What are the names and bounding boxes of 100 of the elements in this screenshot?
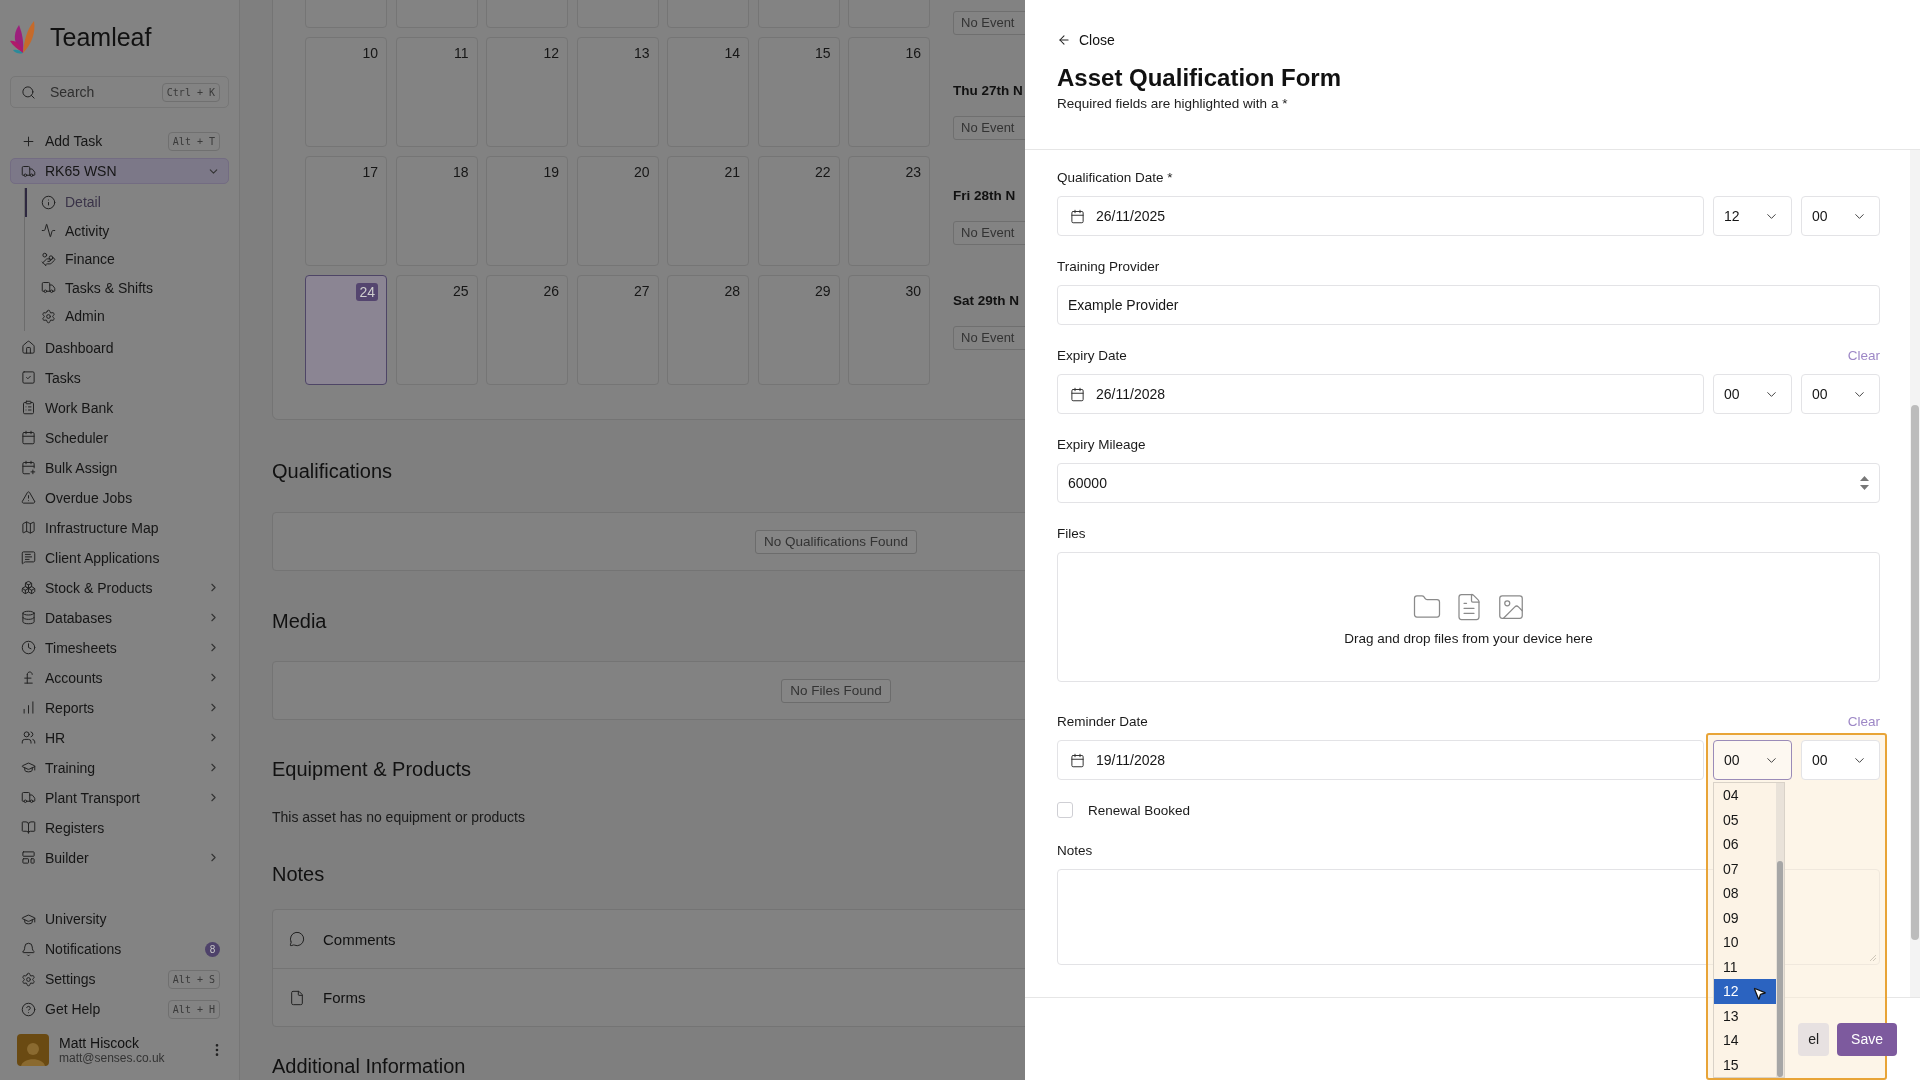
sidebar-item[interactable]: Plant Transport bbox=[10, 782, 229, 813]
sidebar-item[interactable]: Scheduler bbox=[10, 422, 229, 453]
sidebar-item[interactable]: Client Applications bbox=[10, 542, 229, 573]
calendar-cell[interactable]: 28 bbox=[667, 275, 749, 385]
calendar-cell[interactable]: 15 bbox=[757, 37, 840, 147]
sidebar-item[interactable]: Get Help Alt + H bbox=[10, 994, 229, 1024]
calendar-cell[interactable]: 29 bbox=[757, 275, 840, 385]
date-field[interactable]: 26/11/2028 bbox=[1057, 374, 1704, 414]
clear-link[interactable]: Clear bbox=[1847, 347, 1880, 363]
sidebar-item[interactable]: Settings Alt + S bbox=[10, 964, 229, 994]
dropdown-option[interactable]: 06 bbox=[1714, 832, 1776, 857]
section-title: Media bbox=[272, 610, 328, 632]
sidebar-item[interactable]: Training bbox=[10, 752, 229, 783]
sidebar-item[interactable]: Tasks bbox=[10, 362, 229, 393]
sidebar-item[interactable]: Builder bbox=[10, 842, 229, 873]
calendar-cell[interactable]: 10 bbox=[305, 37, 387, 147]
file-drop-zone[interactable]: Drag and drop files from your device here bbox=[1057, 552, 1880, 682]
calendar-cell[interactable]: 14 bbox=[667, 37, 749, 147]
number-field[interactable]: 60000 bbox=[1057, 463, 1880, 503]
clear-link[interactable]: Clear bbox=[1847, 713, 1880, 729]
hour-select[interactable]: 12 bbox=[1713, 196, 1792, 236]
stepper-icon[interactable] bbox=[1860, 476, 1869, 490]
cancel-button[interactable]: el bbox=[1798, 1022, 1830, 1056]
scrollbar[interactable] bbox=[1910, 150, 1920, 997]
sidebar-subitem[interactable]: Admin bbox=[25, 302, 229, 331]
sidebar-item[interactable]: Reports bbox=[10, 692, 229, 723]
search-field[interactable]: Search Ctrl + K bbox=[10, 76, 229, 108]
search-input[interactable]: Search bbox=[48, 83, 150, 101]
notes-row[interactable]: Comments bbox=[273, 910, 1025, 968]
resize-handle-icon[interactable] bbox=[1869, 954, 1877, 962]
day-number: 14 bbox=[724, 45, 740, 61]
dropdown-option[interactable]: 14 bbox=[1714, 1028, 1776, 1053]
dropdown-option[interactable]: 11 bbox=[1714, 954, 1776, 979]
calendar-cell[interactable]: 22 bbox=[757, 156, 840, 266]
dropdown-option[interactable]: 07 bbox=[1714, 856, 1776, 881]
text-field[interactable]: Example Provider bbox=[1057, 285, 1880, 325]
hour-select[interactable]: 00 bbox=[1713, 740, 1792, 780]
sidebar-item[interactable]: Overdue Jobs bbox=[10, 482, 229, 513]
warning-icon bbox=[21, 490, 36, 505]
dropdown-option[interactable]: 09 bbox=[1714, 905, 1776, 930]
checkbox-label: Renewal Booked bbox=[1088, 802, 1191, 818]
settings-icon bbox=[41, 308, 56, 324]
sidebar-subitem[interactable]: Tasks & Shifts bbox=[25, 273, 229, 302]
calendar-cell[interactable]: 12 bbox=[486, 37, 568, 147]
minute-select[interactable]: 00 bbox=[1801, 740, 1880, 780]
calendar-cell[interactable]: 30 bbox=[848, 275, 930, 385]
day-number: 26 bbox=[543, 283, 559, 299]
minute-select[interactable]: 00 bbox=[1801, 374, 1880, 414]
dropdown-option[interactable]: 12 bbox=[1714, 979, 1776, 1004]
hour-select[interactable]: 00 bbox=[1713, 374, 1792, 414]
day-number: 10 bbox=[362, 45, 378, 61]
sidebar-item[interactable]: Registers bbox=[10, 812, 229, 843]
sidebar-item[interactable]: RK65 WSN bbox=[10, 158, 229, 184]
users-icon bbox=[21, 730, 36, 745]
hand-coins-icon bbox=[41, 251, 56, 267]
close-button[interactable]: Close bbox=[1057, 29, 1115, 51]
dropdown-option[interactable]: 15 bbox=[1714, 1052, 1776, 1077]
sidebar-item[interactable]: Stock & Products bbox=[10, 572, 229, 603]
dropdown-option[interactable]: 04 bbox=[1714, 783, 1776, 808]
sidebar-subitem[interactable]: Activity bbox=[25, 216, 229, 245]
dropdown-option[interactable]: 08 bbox=[1714, 881, 1776, 906]
sidebar-item[interactable]: Accounts bbox=[10, 662, 229, 693]
calendar-cell[interactable]: 27 bbox=[576, 275, 659, 385]
mouse-pointer-icon bbox=[1752, 986, 1767, 1001]
calendar-cell[interactable]: 20 bbox=[576, 156, 659, 266]
dropdown-option[interactable]: 05 bbox=[1714, 807, 1776, 832]
scrollbar[interactable] bbox=[1776, 783, 1784, 1077]
sidebar-item[interactable]: Bulk Assign bbox=[10, 452, 229, 483]
minute-select[interactable]: 00 bbox=[1801, 196, 1880, 236]
calendar-cell[interactable]: 18 bbox=[395, 156, 478, 266]
calendar-cell[interactable]: 21 bbox=[667, 156, 749, 266]
calendar-cell[interactable]: 23 bbox=[848, 156, 930, 266]
dropdown-option[interactable]: 13 bbox=[1714, 1003, 1776, 1028]
sidebar-item[interactable]: Infrastructure Map bbox=[10, 512, 229, 543]
sidebar-item[interactable]: University bbox=[10, 904, 229, 934]
sidebar-item[interactable]: Work Bank bbox=[10, 392, 229, 423]
checkbox[interactable] bbox=[1057, 802, 1073, 818]
calendar-cell[interactable]: 25 bbox=[395, 275, 478, 385]
calendar-cell[interactable]: 11 bbox=[395, 37, 478, 147]
calendar-cell[interactable]: 16 bbox=[848, 37, 930, 147]
avatar bbox=[17, 1034, 49, 1066]
date-field[interactable]: 26/11/2025 bbox=[1057, 196, 1704, 236]
day-number: 24 bbox=[356, 283, 378, 301]
calendar-cell[interactable]: 17 bbox=[305, 156, 387, 266]
dropdown-option[interactable]: 10 bbox=[1714, 930, 1776, 955]
calendar-cell[interactable]: 19 bbox=[486, 156, 568, 266]
sidebar-item[interactable]: Timesheets bbox=[10, 632, 229, 663]
sidebar-item[interactable]: Dashboard bbox=[10, 332, 229, 363]
book-icon bbox=[21, 820, 36, 835]
sidebar-subitem[interactable]: Finance bbox=[25, 245, 229, 274]
save-button[interactable]: Save bbox=[1837, 1022, 1897, 1056]
calendar-cell[interactable]: 24 bbox=[305, 275, 387, 385]
date-field[interactable]: 19/11/2028 bbox=[1057, 740, 1704, 780]
calendar-cell[interactable]: 26 bbox=[486, 275, 568, 385]
sidebar-item[interactable]: Add Task Alt + T bbox=[10, 126, 229, 156]
sidebar-item[interactable]: Databases bbox=[10, 602, 229, 633]
sidebar-subitem[interactable]: Detail bbox=[25, 188, 229, 217]
calendar-cell[interactable]: 13 bbox=[576, 37, 659, 147]
sidebar-item[interactable]: HR bbox=[10, 722, 229, 753]
sidebar-item[interactable]: Notifications 8 bbox=[10, 934, 229, 964]
